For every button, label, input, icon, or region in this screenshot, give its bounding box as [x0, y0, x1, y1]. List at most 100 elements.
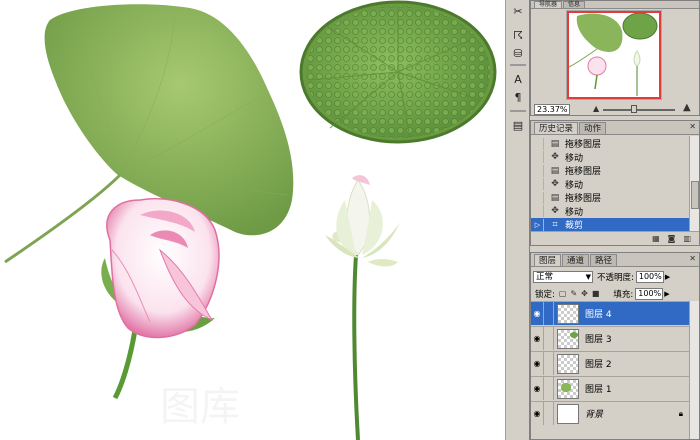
layer-link-cell[interactable]	[544, 302, 554, 325]
fill-arrow-icon[interactable]: ▶	[664, 290, 669, 298]
puppet-icon[interactable]: ☈	[509, 26, 527, 44]
history-snapshot-box[interactable]	[532, 151, 544, 164]
document-canvas[interactable]: 图库	[0, 0, 505, 440]
history-scrollbar[interactable]	[689, 136, 699, 231]
layers-lock-row: 锁定: ▢ ✎ ✥ ■ 填充: 100% ▶	[533, 286, 697, 301]
tab-info[interactable]: 信息	[563, 1, 586, 8]
trash-icon[interactable]: ▥	[683, 234, 691, 243]
document-icon: ▤	[550, 138, 560, 149]
history-item[interactable]: ✥ 移动	[531, 205, 689, 219]
layer-thumbnail	[557, 378, 579, 399]
history-item-label: 移动	[565, 207, 584, 218]
new-document-from-state-icon[interactable]: ▦	[652, 234, 660, 243]
paragraph-icon[interactable]: ¶	[509, 88, 527, 106]
panel-menu-icon[interactable]: ✕	[689, 254, 696, 263]
history-footer: ▦ ◙ ▥	[531, 231, 699, 245]
scissors-icon[interactable]: ✂	[509, 2, 527, 20]
eye-icon[interactable]: ◉	[531, 302, 544, 325]
lock-all-icon[interactable]: ■	[592, 289, 600, 298]
opacity-arrow-icon[interactable]: ▶	[665, 273, 670, 281]
history-item[interactable]: ▤ 拖移图层	[531, 191, 689, 205]
eye-icon[interactable]: ◉	[531, 402, 544, 425]
layer-name[interactable]: 图层 2	[585, 357, 612, 370]
history-snapshot-box[interactable]	[532, 164, 544, 177]
history-snapshot-box[interactable]	[532, 205, 544, 218]
lock-position-icon[interactable]: ✥	[581, 289, 588, 298]
layer-link-cell[interactable]	[544, 327, 554, 350]
panel-menu-icon[interactable]: ✕	[689, 122, 696, 131]
history-item-label: 拖移图层	[565, 167, 602, 178]
layer-thumbnail	[557, 353, 579, 374]
history-item-label: 拖移图层	[565, 140, 602, 151]
canvas-artwork: 图库	[4, 0, 497, 440]
history-item-label: 移动	[565, 180, 584, 191]
zoom-slider-knob[interactable]	[631, 105, 637, 113]
move-icon: ✥	[551, 152, 559, 163]
history-tabbar: 历史记录 动作 ✕	[531, 121, 699, 135]
lock-icon: 🔒︎	[678, 408, 683, 418]
eye-icon[interactable]: ◉	[531, 377, 544, 400]
history-panel: 历史记录 动作 ✕ ▤ 拖移图层 ✥ 移动 ▤ 拖移图层 ✥ 移动 ▤ 拖移图层…	[530, 120, 700, 246]
history-state-marker-icon[interactable]: ▷	[532, 218, 544, 231]
navigator-view-box[interactable]	[567, 11, 661, 99]
tab-actions[interactable]: 动作	[579, 122, 607, 134]
zoom-out-icon[interactable]: ▲	[593, 104, 599, 113]
tab-layers[interactable]: 图层	[534, 254, 562, 266]
opacity-input[interactable]: 100%	[635, 270, 664, 283]
blend-mode-select[interactable]: 正常 ▼	[533, 270, 593, 283]
rose-flower	[101, 198, 220, 400]
layer-link-cell[interactable]	[544, 402, 554, 425]
lily-pad	[299, 0, 497, 144]
history-snapshot-box[interactable]	[532, 191, 544, 204]
tab-channels[interactable]: 通道	[562, 254, 590, 266]
tab-paths[interactable]: 路径	[590, 254, 618, 266]
zoom-slider-track[interactable]	[603, 109, 675, 111]
layer-name[interactable]: 图层 4	[585, 307, 612, 320]
layer-name[interactable]: 图层 3	[585, 332, 612, 345]
history-item-selected[interactable]: ▷ ⌗ 裁剪	[531, 218, 689, 232]
layers-panel: 图层 通道 路径 ✕ 正常 ▼ 不透明度: 100% ▶ 锁定: ▢ ✎ ✥ ■	[530, 252, 700, 440]
layer-link-cell[interactable]	[544, 377, 554, 400]
layer-name[interactable]: 图层 1	[585, 382, 612, 395]
fill-label: 填充:	[613, 289, 634, 300]
history-item[interactable]: ▤ 拖移图层	[531, 137, 689, 151]
layer-link-cell[interactable]	[544, 352, 554, 375]
eye-icon[interactable]: ◉	[531, 352, 544, 375]
lock-image-icon[interactable]: ✎	[570, 289, 577, 298]
layer-row[interactable]: ◉ 图层 2	[531, 351, 689, 375]
history-scroll-thumb[interactable]	[691, 181, 699, 209]
navigator-zoom-field[interactable]: 23.37%	[534, 104, 570, 115]
history-item-label: 裁剪	[565, 221, 584, 232]
history-item[interactable]: ▤ 拖移图层	[531, 164, 689, 178]
layer-row-selected[interactable]: ◉ 图层 4	[531, 301, 689, 325]
layers-scrollbar[interactable]	[689, 301, 699, 439]
stamp-icon[interactable]: ⛁	[509, 44, 527, 62]
tool-separator	[510, 110, 526, 112]
text-tool-icon[interactable]: A	[509, 70, 527, 88]
layer-row[interactable]: ◉ 图层 1	[531, 376, 689, 400]
lock-label: 锁定:	[535, 289, 555, 300]
lotus-flower	[325, 175, 400, 440]
snapshot-camera-icon[interactable]: ◙	[668, 234, 676, 243]
tool-strip: ✂ ☈ ⛁ A ¶ ▤	[505, 0, 530, 440]
layer-thumbnail	[557, 403, 579, 424]
notes-icon[interactable]: ▤	[509, 116, 527, 134]
tab-navigator[interactable]: 导航器	[534, 1, 563, 8]
history-item[interactable]: ✥ 移动	[531, 151, 689, 165]
zoom-in-icon[interactable]: ▲	[683, 102, 691, 113]
tab-history[interactable]: 历史记录	[534, 122, 579, 134]
fill-input[interactable]: 100%	[635, 287, 664, 300]
layer-name[interactable]: 背景	[585, 407, 603, 420]
tool-separator	[510, 64, 526, 66]
history-item-label: 移动	[565, 153, 584, 164]
layer-row[interactable]: ◉ 图层 3	[531, 326, 689, 350]
move-icon: ✥	[551, 206, 559, 217]
history-item[interactable]: ✥ 移动	[531, 178, 689, 192]
layers-tabbar: 图层 通道 路径 ✕	[531, 253, 699, 267]
layer-row-background[interactable]: ◉ 背景 🔒︎	[531, 401, 689, 425]
eye-icon[interactable]: ◉	[531, 327, 544, 350]
history-snapshot-box[interactable]	[532, 178, 544, 191]
history-snapshot-box[interactable]	[532, 137, 544, 150]
lock-transparency-icon[interactable]: ▢	[559, 289, 567, 298]
opacity-label: 不透明度:	[597, 272, 634, 283]
